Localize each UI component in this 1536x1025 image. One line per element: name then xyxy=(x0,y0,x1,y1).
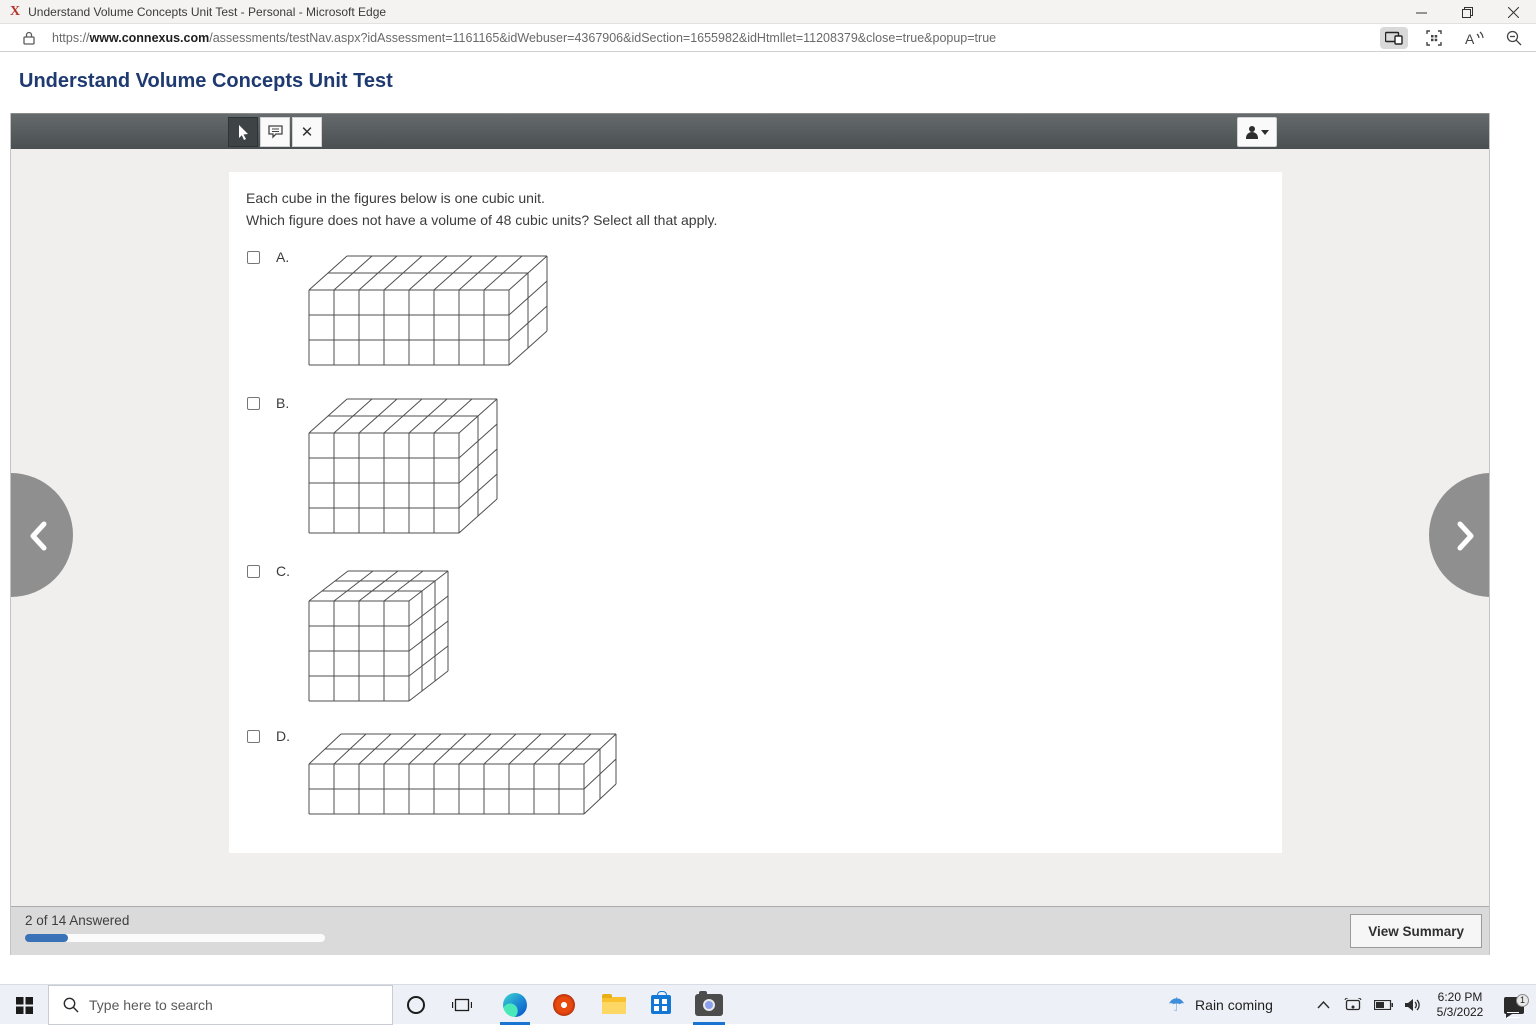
close-x-icon: ✕ xyxy=(300,124,314,141)
figure-b-cuboid xyxy=(308,398,498,534)
notes-tool-button[interactable] xyxy=(260,117,290,147)
window-title: Understand Volume Concepts Unit Test - P… xyxy=(28,4,387,19)
time-label: 6:20 PM xyxy=(1437,990,1483,1004)
progress-fill xyxy=(25,934,68,942)
read-aloud-icon[interactable]: A xyxy=(1460,27,1488,49)
cast-icon xyxy=(1344,998,1362,1011)
option-a-label: A. xyxy=(276,249,290,265)
question-line-2: Which figure does not have a volume of 4… xyxy=(246,212,718,228)
figure-a-cuboid xyxy=(308,255,548,366)
action-center-button[interactable]: 1 xyxy=(1492,993,1536,1018)
cast-button[interactable] xyxy=(1338,998,1368,1012)
question-stage: Each cube in the figures below is one cu… xyxy=(11,149,1489,906)
option-d-checkbox[interactable] xyxy=(247,730,260,743)
microsoft-store-icon[interactable] xyxy=(651,991,671,1014)
address-bar[interactable]: https://www.connexus.com/assessments/tes… xyxy=(0,24,1536,52)
camera-app-icon[interactable] xyxy=(695,991,723,1016)
zoom-out-icon[interactable] xyxy=(1500,27,1528,49)
office-app-icon[interactable] xyxy=(553,994,575,1016)
test-frame: ✕ Each cube in the figures below is one … xyxy=(10,113,1490,955)
screen: X Understand Volume Concepts Unit Test -… xyxy=(0,0,1536,1025)
svg-text:A: A xyxy=(1465,31,1475,46)
web-capture-icon[interactable] xyxy=(1420,27,1448,49)
cortana-icon xyxy=(407,996,425,1014)
close-window-button[interactable] xyxy=(1490,0,1536,24)
url-text: https://www.connexus.com/assessments/tes… xyxy=(52,30,997,45)
search-placeholder: Type here to search xyxy=(89,997,213,1013)
connexus-favicon-icon: X xyxy=(10,3,21,19)
task-view-button[interactable] xyxy=(446,985,478,1025)
weather-widget[interactable]: ☂ Rain coming xyxy=(1168,985,1273,1025)
note-icon xyxy=(267,125,283,139)
file-explorer-icon[interactable] xyxy=(602,994,626,1014)
answered-count: 2 of 14 Answered xyxy=(25,913,130,928)
browser-titlebar: X Understand Volume Concepts Unit Test -… xyxy=(0,0,1536,24)
option-d-label: D. xyxy=(276,728,290,744)
umbrella-icon: ☂ xyxy=(1168,994,1186,1016)
page-title: Understand Volume Concepts Unit Test xyxy=(19,70,393,92)
option-c-checkbox[interactable] xyxy=(247,565,260,578)
chevron-up-icon xyxy=(1316,1001,1330,1009)
chevron-left-icon xyxy=(30,521,47,551)
option-b-label: B. xyxy=(276,395,290,411)
pointer-tool-button[interactable] xyxy=(228,117,258,147)
close-tool-button[interactable]: ✕ xyxy=(292,117,322,147)
devices-icon[interactable] xyxy=(1380,27,1408,49)
search-icon xyxy=(63,997,79,1013)
address-bar-icons: A xyxy=(1380,26,1528,50)
chevron-down-icon xyxy=(1260,129,1269,135)
system-tray: 6:20 PM 5/3/2022 1 xyxy=(1308,985,1536,1025)
question-card: Each cube in the figures below is one cu… xyxy=(229,172,1282,853)
edge-app-icon[interactable] xyxy=(503,993,527,1017)
figure-d-cuboid xyxy=(308,733,617,815)
minimize-button[interactable] xyxy=(1398,0,1444,24)
weather-label: Rain coming xyxy=(1195,997,1273,1013)
option-c-label: C. xyxy=(276,563,290,579)
volume-button[interactable] xyxy=(1398,998,1428,1012)
restore-icon xyxy=(1461,6,1473,18)
notification-badge: 1 xyxy=(1516,993,1529,1007)
taskbar-search-input[interactable]: Type here to search xyxy=(48,985,393,1025)
option-a-checkbox[interactable] xyxy=(247,251,260,264)
test-toolbar: ✕ xyxy=(11,113,1489,149)
question-line-1: Each cube in the figures below is one cu… xyxy=(246,190,545,206)
speaker-icon xyxy=(1404,999,1420,1011)
lock-icon xyxy=(20,31,38,45)
option-b-checkbox[interactable] xyxy=(247,397,260,410)
cursor-icon xyxy=(239,125,248,140)
windows-logo-icon xyxy=(15,996,33,1014)
date-label: 5/3/2022 xyxy=(1436,1005,1484,1019)
progress-bar xyxy=(25,934,325,942)
previous-question-button[interactable] xyxy=(11,473,73,597)
notification-lines-icon xyxy=(1507,1011,1519,1018)
user-menu-button[interactable] xyxy=(1237,117,1277,147)
person-icon xyxy=(1245,125,1258,139)
battery-button[interactable] xyxy=(1368,1000,1398,1010)
close-icon xyxy=(1507,6,1519,18)
window-controls xyxy=(1398,0,1536,24)
minimize-icon xyxy=(1415,12,1427,13)
status-bar: 2 of 14 Answered View Summary xyxy=(11,906,1489,955)
battery-icon xyxy=(1373,1000,1393,1010)
start-button[interactable] xyxy=(0,985,48,1025)
task-view-icon xyxy=(452,998,472,1012)
next-question-button[interactable] xyxy=(1429,473,1489,597)
cortana-button[interactable] xyxy=(400,985,432,1025)
figure-c-cuboid xyxy=(308,570,449,702)
tool-group: ✕ xyxy=(228,117,322,147)
show-hidden-icons-button[interactable] xyxy=(1308,1001,1338,1009)
windows-taskbar: Type here to search ☂ Rain coming 6:20 P… xyxy=(0,984,1536,1025)
view-summary-button[interactable]: View Summary xyxy=(1350,914,1482,948)
chevron-right-icon xyxy=(1457,521,1474,551)
restore-button[interactable] xyxy=(1444,0,1490,24)
clock[interactable]: 6:20 PM 5/3/2022 xyxy=(1428,990,1492,1020)
